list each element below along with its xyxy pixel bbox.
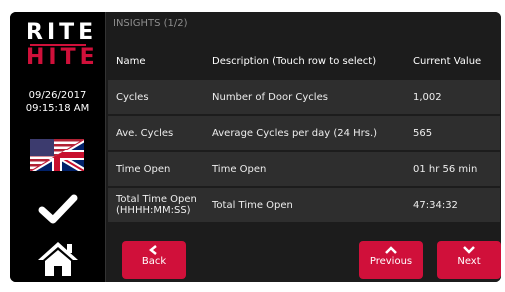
previous-button[interactable]: Previous (359, 241, 423, 279)
time-text: 09:15:18 AM (25, 103, 90, 114)
home-icon[interactable] (36, 240, 80, 278)
row-description: Number of Door Cycles (212, 91, 328, 103)
row-name: Ave. Cycles (116, 127, 174, 139)
table-row[interactable]: Ave. Cycles Average Cycles per day (24 H… (108, 116, 500, 150)
table-row[interactable]: Total Time Open (HHHH:MM:SS) Total Time … (108, 188, 500, 222)
row-name: Time Open (116, 163, 171, 175)
table-row[interactable]: Time Open Time Open 01 hr 56 min (108, 152, 500, 186)
column-header-description: Description (Touch row to select) (212, 56, 377, 67)
chevron-down-icon (463, 246, 475, 254)
datetime-display: 09/26/2017 09:15:18 AM (10, 89, 105, 115)
row-value: 1,002 (413, 91, 442, 103)
previous-label: Previous (369, 256, 413, 267)
next-label: Next (457, 256, 481, 267)
back-button[interactable]: Back (122, 241, 186, 279)
next-button[interactable]: Next (437, 241, 501, 279)
row-name: Total Time Open (HHHH:MM:SS) (116, 194, 197, 216)
table-header: Name Description (Touch row to select) C… (108, 48, 500, 72)
column-header-value: Current Value (413, 56, 482, 67)
date-text: 09/26/2017 (28, 90, 87, 101)
screen-frame: RITE HITE 09/26/2017 09:15:18 AM INSIGHT… (10, 12, 501, 282)
sidebar: RITE HITE 09/26/2017 09:15:18 AM (10, 12, 105, 282)
back-label: Back (141, 256, 167, 267)
row-value: 565 (413, 127, 433, 139)
row-value: 47:34:32 (413, 199, 458, 211)
logo-top-word: RITE (26, 20, 98, 45)
logo-bottom-word: HITE (26, 45, 99, 70)
language-flag-icon[interactable] (30, 139, 84, 171)
column-header-name: Name (116, 56, 146, 67)
row-description: Time Open (212, 163, 267, 175)
chevron-up-icon (385, 246, 397, 254)
table-row[interactable]: Cycles Number of Door Cycles 1,002 (108, 80, 500, 114)
insights-panel: INSIGHTS (1/2) Name Description (Touch r… (105, 12, 501, 282)
page-title: INSIGHTS (1/2) (113, 18, 188, 29)
row-description: Total Time Open (212, 199, 293, 211)
row-description: Average Cycles per day (24 Hrs.) (212, 127, 378, 139)
row-value: 01 hr 56 min (413, 163, 478, 175)
rite-hite-logo: RITE HITE (26, 20, 99, 70)
row-name: Cycles (116, 91, 149, 103)
checkmark-icon[interactable] (38, 192, 78, 226)
chevron-left-icon (148, 245, 157, 255)
